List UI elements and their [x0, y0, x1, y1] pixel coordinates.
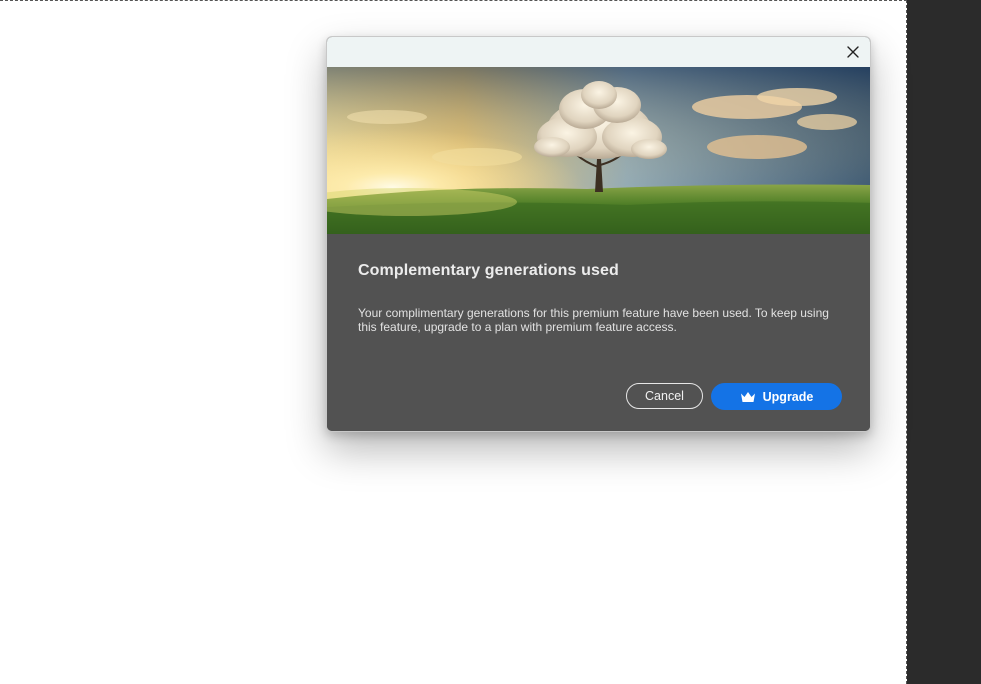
dialog-title: Complementary generations used [358, 262, 619, 279]
dialog-body: Complementary generations used Your comp… [327, 234, 870, 431]
hero-image [327, 67, 870, 234]
close-icon [847, 46, 859, 58]
dialog-titlebar [327, 37, 870, 67]
cancel-button-label: Cancel [645, 389, 684, 403]
dialog-message: Your complimentary generations for this … [358, 306, 829, 334]
upgrade-dialog: Complementary generations used Your comp… [326, 36, 871, 432]
upgrade-button[interactable]: Upgrade [711, 383, 842, 410]
cancel-button[interactable]: Cancel [626, 383, 703, 409]
crown-icon [740, 391, 755, 402]
right-side-panel [908, 0, 981, 684]
close-button[interactable] [842, 41, 864, 63]
upgrade-button-label: Upgrade [762, 389, 814, 404]
